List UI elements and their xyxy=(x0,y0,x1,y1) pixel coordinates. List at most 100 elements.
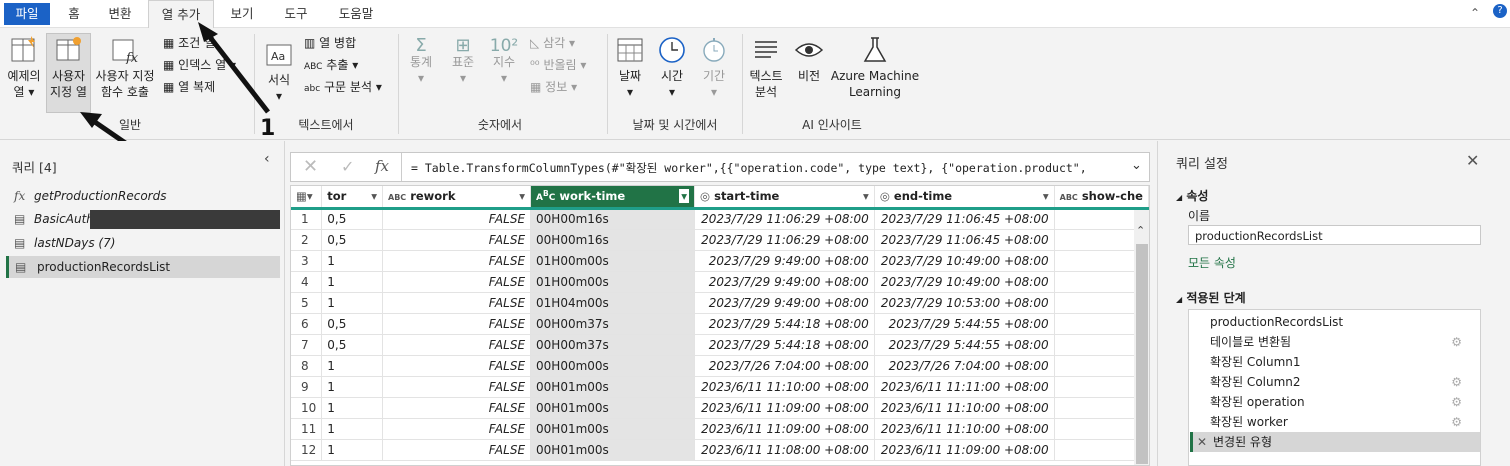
scrollbar-thumb[interactable] xyxy=(1136,244,1148,464)
column-header[interactable]: ABC show-che xyxy=(1054,186,1149,210)
properties-section[interactable]: ◢ 속성 xyxy=(1176,187,1208,204)
applied-steps-section[interactable]: ◢ 적용된 단계 xyxy=(1176,289,1246,306)
column-header[interactable]: ◎ start-time ▾ xyxy=(694,186,875,210)
column-header-selected[interactable]: ABC work-time ▾ xyxy=(530,186,696,210)
cell-rework[interactable]: FALSE xyxy=(382,418,532,440)
scroll-up-icon[interactable]: ⌃ xyxy=(1136,224,1145,237)
cell-factor[interactable]: 1 xyxy=(321,271,383,293)
cell-rework[interactable]: FALSE xyxy=(382,334,532,356)
table-row[interactable]: 10 1 FALSE 00H01m00s 2023/6/11 11:09:00 +08:… xyxy=(291,397,1149,419)
cell-rework[interactable]: FALSE xyxy=(382,229,532,251)
close-icon[interactable]: ✕ xyxy=(1466,151,1479,170)
collapse-pane-icon[interactable]: ‹ xyxy=(264,151,270,167)
table-row[interactable]: 12 1 FALSE 00H01m00s 2023/6/11 11:08:00 +08:… xyxy=(291,439,1149,461)
gear-icon[interactable]: ⚙ xyxy=(1451,412,1462,432)
cell-start-time[interactable]: 2023/7/29 9:49:00 +08:00 xyxy=(694,250,875,272)
cell-factor[interactable]: 1 xyxy=(321,355,383,377)
gear-icon[interactable]: ⚙ xyxy=(1451,332,1462,352)
cell-work-time[interactable]: 01H04m00s xyxy=(530,292,696,314)
cell-end-time[interactable]: 2023/6/11 11:09:00 +08:00 xyxy=(874,439,1055,461)
cell-start-time[interactable]: 2023/7/29 9:49:00 +08:00 xyxy=(694,271,875,293)
delete-step-icon[interactable]: ✕ xyxy=(1197,432,1207,452)
cell-start-time[interactable]: 2023/6/11 11:09:00 +08:00 xyxy=(694,397,875,419)
cell-end-time[interactable]: 2023/7/29 11:06:45 +08:00 xyxy=(874,208,1055,230)
row-number[interactable]: 5 xyxy=(291,292,323,314)
query-item[interactable]: fx getProductionRecords xyxy=(6,185,280,207)
row-number[interactable]: 8 xyxy=(291,355,323,377)
cell-factor[interactable]: 1 xyxy=(321,397,383,419)
cell-end-time[interactable]: 2023/7/29 10:49:00 +08:00 xyxy=(874,250,1055,272)
filter-icon[interactable]: ▾ xyxy=(679,189,690,204)
cell-factor[interactable]: 1 xyxy=(321,292,383,314)
cell-start-time[interactable]: 2023/7/29 9:49:00 +08:00 xyxy=(694,292,875,314)
cell-end-time[interactable]: 2023/6/11 11:10:00 +08:00 xyxy=(874,397,1055,419)
row-number[interactable]: 9 xyxy=(291,376,323,398)
table-row[interactable]: 9 1 FALSE 00H01m00s 2023/6/11 11:10:00 +08:0… xyxy=(291,376,1149,398)
cell-factor[interactable]: 0,5 xyxy=(321,334,383,356)
cell-end-time[interactable]: 2023/7/29 10:53:00 +08:00 xyxy=(874,292,1055,314)
filter-icon[interactable]: ▾ xyxy=(519,189,525,203)
vertical-scrollbar[interactable]: ⌃ xyxy=(1134,210,1149,465)
table-row[interactable]: 1 0,5 FALSE 00H00m16s 2023/7/29 11:06:29 +08… xyxy=(291,208,1149,230)
applied-step[interactable]: 테이블로 변환됨 ⚙ xyxy=(1190,332,1480,352)
cell-rework[interactable]: FALSE xyxy=(382,376,532,398)
cell-start-time[interactable]: 2023/6/11 11:08:00 +08:00 xyxy=(694,439,875,461)
applied-step[interactable]: ✕ 변경된 유형 xyxy=(1190,432,1480,452)
cell-end-time[interactable]: 2023/6/11 11:10:00 +08:00 xyxy=(874,418,1055,440)
all-properties-link[interactable]: 모든 속성 xyxy=(1188,254,1236,271)
cell-work-time[interactable]: 00H00m16s xyxy=(530,229,696,251)
cell-start-time[interactable]: 2023/7/29 11:06:29 +08:00 xyxy=(694,229,875,251)
table-menu-icon[interactable]: ▦▾ xyxy=(291,186,323,210)
cell-factor[interactable]: 1 xyxy=(321,439,383,461)
table-row[interactable]: 5 1 FALSE 01H04m00s 2023/7/29 9:49:00 +08:00… xyxy=(291,292,1149,314)
table-row[interactable]: 3 1 FALSE 01H00m00s 2023/7/29 9:49:00 +08:00… xyxy=(291,250,1149,272)
cell-start-time[interactable]: 2023/6/11 11:10:00 +08:00 xyxy=(694,376,875,398)
row-number[interactable]: 6 xyxy=(291,313,323,335)
table-row[interactable]: 4 1 FALSE 01H00m00s 2023/7/29 9:49:00 +08:00… xyxy=(291,271,1149,293)
cell-work-time[interactable]: 00H00m16s xyxy=(530,208,696,230)
cell-factor[interactable]: 0,5 xyxy=(321,229,383,251)
function-icon[interactable]: fx xyxy=(375,157,389,175)
cell-start-time[interactable]: 2023/7/29 11:06:29 +08:00 xyxy=(694,208,875,230)
cell-work-time[interactable]: 00H00m00s xyxy=(530,355,696,377)
cell-factor[interactable]: 1 xyxy=(321,418,383,440)
cell-end-time[interactable]: 2023/7/29 5:44:55 +08:00 xyxy=(874,313,1055,335)
cell-end-time[interactable]: 2023/7/26 7:04:00 +08:00 xyxy=(874,355,1055,377)
row-number[interactable]: 11 xyxy=(291,418,323,440)
row-number[interactable]: 2 xyxy=(291,229,323,251)
cell-work-time[interactable]: 00H01m00s xyxy=(530,439,696,461)
row-number[interactable]: 12 xyxy=(291,439,323,461)
cell-rework[interactable]: FALSE xyxy=(382,355,532,377)
applied-step[interactable]: productionRecordsList xyxy=(1190,312,1480,332)
query-item[interactable]: ▤ BasicAuth xyxy=(6,208,280,230)
cell-work-time[interactable]: 00H00m37s xyxy=(530,334,696,356)
cell-rework[interactable]: FALSE xyxy=(382,397,532,419)
cancel-icon[interactable]: ✕ xyxy=(303,156,318,177)
cell-start-time[interactable]: 2023/7/29 5:44:18 +08:00 xyxy=(694,334,875,356)
row-number[interactable]: 7 xyxy=(291,334,323,356)
cell-work-time[interactable]: 00H00m37s xyxy=(530,313,696,335)
cell-work-time[interactable]: 00H01m00s xyxy=(530,418,696,440)
cell-work-time[interactable]: 00H01m00s xyxy=(530,376,696,398)
table-row[interactable]: 7 0,5 FALSE 00H00m37s 2023/7/29 5:44:18 +08:… xyxy=(291,334,1149,356)
cell-start-time[interactable]: 2023/7/29 5:44:18 +08:00 xyxy=(694,313,875,335)
query-item[interactable]: ▤ lastNDays (7) xyxy=(6,232,280,254)
column-header[interactable]: tor ▾ xyxy=(321,186,383,210)
row-number[interactable]: 4 xyxy=(291,271,323,293)
column-header[interactable]: ABC rework ▾ xyxy=(382,186,532,210)
cell-rework[interactable]: FALSE xyxy=(382,271,532,293)
cell-factor[interactable]: 0,5 xyxy=(321,313,383,335)
applied-step[interactable]: 확장된 operation ⚙ xyxy=(1190,392,1480,412)
cell-factor[interactable]: 1 xyxy=(321,250,383,272)
cell-work-time[interactable]: 01H00m00s xyxy=(530,271,696,293)
applied-step[interactable]: 확장된 worker ⚙ xyxy=(1190,412,1480,432)
formula-input[interactable]: = Table.TransformColumnTypes(#"확장된 worke… xyxy=(411,160,1121,176)
cell-rework[interactable]: FALSE xyxy=(382,292,532,314)
filter-icon[interactable]: ▾ xyxy=(371,189,377,203)
cell-end-time[interactable]: 2023/6/11 11:11:00 +08:00 xyxy=(874,376,1055,398)
applied-step[interactable]: 확장된 Column2 ⚙ xyxy=(1190,372,1480,392)
row-number[interactable]: 3 xyxy=(291,250,323,272)
table-row[interactable]: 8 1 FALSE 00H00m00s 2023/7/26 7:04:00 +08:00… xyxy=(291,355,1149,377)
cell-factor[interactable]: 1 xyxy=(321,376,383,398)
cell-start-time[interactable]: 2023/7/26 7:04:00 +08:00 xyxy=(694,355,875,377)
